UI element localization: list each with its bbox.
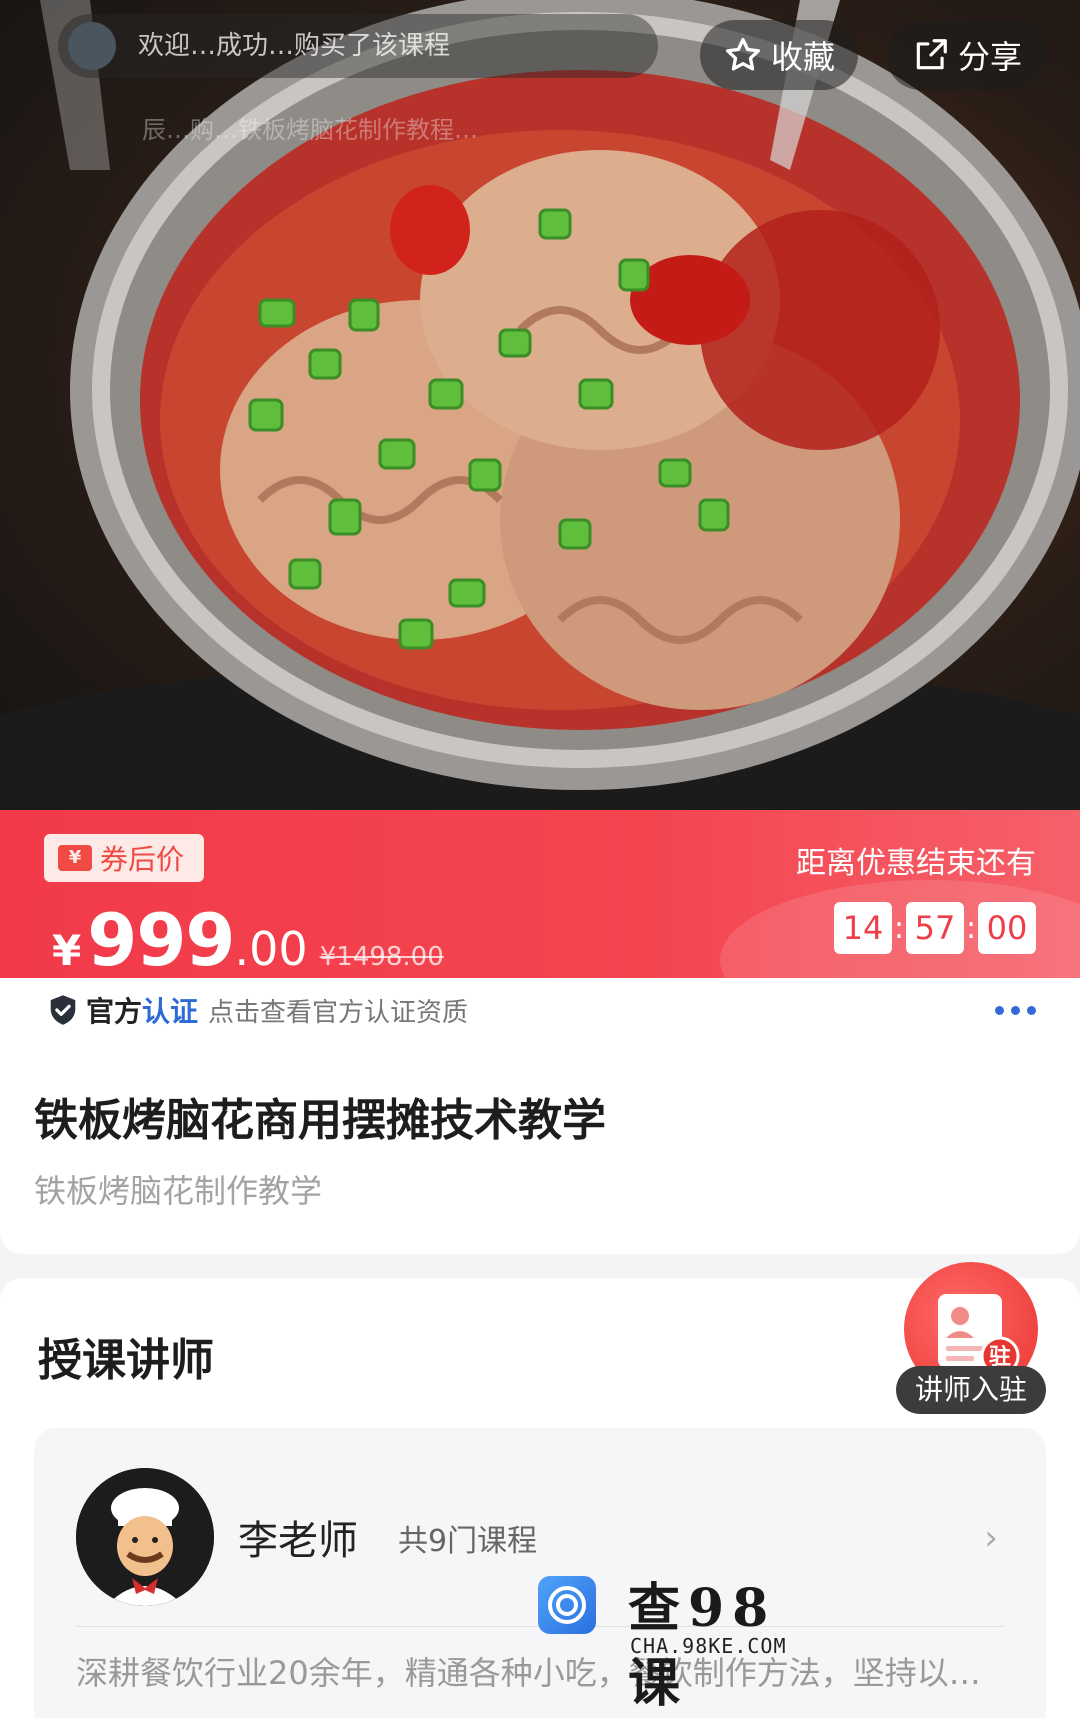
price-decimal: .00 [234,922,308,976]
ticker-text: 欢迎…成功…购买了该课程 [138,31,451,61]
countdown-label: 距离优惠结束还有 [796,846,1036,881]
join-label: 讲师入驻 [896,1366,1046,1414]
coupon-label: 券后价 [100,843,185,876]
cert-verified-text: 认证 [142,995,199,1028]
share-icon [916,39,947,70]
buyer-avatar [68,22,116,70]
teacher-section-heading: 授课讲师 [38,1335,214,1386]
countdown-seconds: 00 [978,902,1036,954]
price-banner: ¥ 券后价 ¥ 999 .00 ¥1498.00 距离优惠结束还有 14 : 5… [0,810,1080,978]
official-certification-bar[interactable]: 官方 认证 点击查看官方认证资质 [0,978,1080,1043]
course-subtitle: 铁板烤脑花制作教学 [34,1172,323,1210]
purchase-ticker: 欢迎…成功…购买了该课程 [58,14,658,78]
teacher-name: 李老师 [238,1518,358,1564]
watermark-subtitle: CHA.98KE.COM [630,1634,787,1658]
course-title: 铁板烤脑花商用摆摊技术教学 [34,1095,606,1146]
teacher-course-count: 共9门课程 [398,1524,538,1559]
cert-official-text: 官方 [86,995,143,1028]
chef-icon [76,1468,214,1606]
coupon-price-tag: ¥ 券后价 [44,834,204,882]
cert-hint-text: 点击查看官方认证资质 [208,997,469,1028]
site-watermark: 查98课 CHA.98KE.COM [538,1568,828,1714]
teacher-bio: 深耕餐饮行业20余年，精通各种小吃，餐饮制作方法，坚持以… [76,1654,981,1692]
teacher-avatar [76,1468,214,1606]
original-price: ¥1498.00 [319,942,444,972]
currency-symbol: ¥ [52,926,82,975]
countdown-hours: 14 [834,902,892,954]
coupon-icon: ¥ [58,845,92,871]
more-dots-icon[interactable] [995,1006,1036,1015]
countdown-separator: : [965,910,977,946]
course-info-card: 铁板烤脑花商用摆摊技术教学 铁板烤脑花制作教学 [0,1042,1080,1254]
sub-ticker-text: 辰…购…铁板烤脑花制作教程… [142,116,478,144]
course-cover-image: 欢迎…成功…购买了该课程 辰…购…铁板烤脑花制作教程… 收藏 分享 [0,0,1080,810]
watermark-logo-icon [538,1576,596,1634]
favorite-label: 收藏 [770,38,835,76]
favorite-button[interactable]: 收藏 [700,20,858,90]
shield-check-icon [50,995,76,1025]
price-integer: 999 [87,898,235,978]
countdown-timer: 14 : 57 : 00 [834,902,1036,954]
countdown-separator: : [893,910,905,946]
teacher-join-button[interactable]: 驻 讲师入驻 [896,1262,1046,1422]
price-display: ¥ 999 .00 ¥1498.00 [52,898,444,978]
star-icon [725,38,760,71]
countdown-minutes: 57 [906,902,964,954]
chevron-right-icon: › [984,1518,998,1558]
share-button[interactable]: 分享 [886,20,1048,90]
share-label: 分享 [957,38,1022,76]
